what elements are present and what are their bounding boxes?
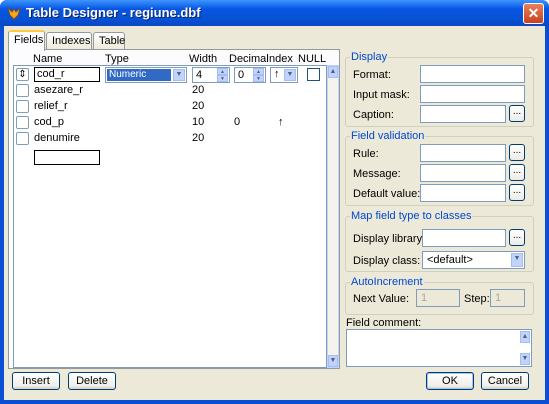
index-arrow-icon: ↑ <box>274 68 280 80</box>
column-header-decimal: Decimal <box>229 53 269 65</box>
message-input[interactable] <box>420 164 506 182</box>
rule-ellipsis-button[interactable]: ... <box>509 144 525 161</box>
window-title: Table Designer - regiune.dbf <box>26 5 201 20</box>
delete-button[interactable]: Delete <box>68 372 116 390</box>
input-mask-label: Input mask: <box>353 89 410 101</box>
index-arrow-icon: ↑ <box>278 116 284 128</box>
step-input[interactable]: 1 <box>490 289 525 307</box>
default-value-label: Default value: <box>353 188 421 200</box>
table-row[interactable]: asezare_r 20 <box>14 82 326 98</box>
new-field-name-input[interactable] <box>34 150 100 165</box>
null-checkbox[interactable] <box>307 68 320 81</box>
width-value: 4 <box>196 69 203 81</box>
step-label: Step: <box>464 293 490 305</box>
column-header-name: Name <box>33 53 63 65</box>
display-library-label: Display library: <box>353 233 426 245</box>
format-label: Format: <box>353 69 391 81</box>
next-value-input[interactable]: 1 <box>416 289 460 307</box>
ok-button[interactable]: OK <box>426 372 474 390</box>
display-group: Display Format: Input mask: Caption: ... <box>345 51 534 127</box>
grid-scrollbar[interactable]: ▲ ▼ <box>327 65 339 368</box>
column-header-null: NULL <box>298 53 327 65</box>
dialog-body: Fields Indexes Table Name Type Width Dec… <box>4 26 545 400</box>
type-dropdown[interactable]: Numeric ▼ <box>105 67 187 83</box>
title-bar[interactable]: Table Designer - regiune.dbf ✕ <box>0 0 549 26</box>
caption-ellipsis-button[interactable]: ... <box>509 105 525 122</box>
column-header-width: Width <box>189 53 218 65</box>
input-mask-input[interactable] <box>420 85 525 103</box>
default-value-ellipsis-button[interactable]: ... <box>509 184 525 201</box>
format-input[interactable] <box>420 65 525 83</box>
field-comment-label: Field comment: <box>346 317 422 329</box>
row-mover-button[interactable] <box>16 132 29 145</box>
row-mover-button[interactable] <box>16 100 29 113</box>
row-mover-button[interactable]: ⇕ <box>16 68 29 81</box>
display-class-label: Display class: <box>353 255 421 267</box>
column-header-type: Type <box>105 53 129 65</box>
field-comment-textarea[interactable]: ▲ ▼ <box>346 329 532 367</box>
scroll-down-icon[interactable]: ▼ <box>328 355 338 367</box>
chevron-down-icon[interactable]: ▼ <box>511 253 523 267</box>
field-width: 20 <box>192 100 205 112</box>
validation-group-title: Field validation <box>350 130 426 142</box>
tab-table[interactable]: Table <box>93 32 125 50</box>
display-class-value: <default> <box>427 254 473 266</box>
field-width: 20 <box>192 132 205 144</box>
caption-input[interactable] <box>420 105 506 123</box>
table-row[interactable]: ⇕ cod_r Numeric ▼ 4 ▲ ▼ 0 ▲ ▼ ↑ ▼ <box>14 66 326 83</box>
decimal-stepper[interactable]: 0 ▲ ▼ <box>234 67 266 83</box>
row-mover-button[interactable] <box>16 116 29 129</box>
field-decimal: 0 <box>234 116 241 128</box>
field-name-input[interactable]: cod_r <box>34 67 100 82</box>
scroll-down-icon[interactable]: ▼ <box>520 353 530 365</box>
fields-panel: Name Type Width Decimal Index NULL ⇕ cod… <box>8 49 340 369</box>
type-selected-value: Numeric <box>107 69 171 81</box>
field-width: 10 <box>192 116 205 128</box>
spin-buttons[interactable]: ▲ ▼ <box>217 68 228 82</box>
spin-buttons[interactable]: ▲ ▼ <box>253 68 264 82</box>
scroll-up-icon[interactable]: ▲ <box>328 66 338 78</box>
cancel-button[interactable]: Cancel <box>481 372 529 390</box>
table-row[interactable]: denumire 20 <box>14 130 326 146</box>
message-label: Message: <box>353 168 401 180</box>
map-group-title: Map field type to classes <box>350 210 473 222</box>
display-library-input[interactable] <box>422 229 506 247</box>
table-row[interactable]: relief_r 20 <box>14 98 326 114</box>
tab-fields[interactable]: Fields <box>8 30 45 51</box>
tab-indexes[interactable]: Indexes <box>46 32 92 50</box>
default-value-input[interactable] <box>420 184 506 202</box>
fox-icon <box>7 6 21 20</box>
table-row[interactable]: cod_p 10 0 ↑ <box>14 114 326 130</box>
library-ellipsis-button[interactable]: ... <box>509 229 525 246</box>
field-name: asezare_r <box>34 84 83 96</box>
display-class-dropdown[interactable]: <default> ▼ <box>422 251 525 269</box>
validation-group: Field validation Rule: ... Message: ... … <box>345 130 534 206</box>
chevron-down-icon[interactable]: ▼ <box>173 69 185 81</box>
field-name: relief_r <box>34 100 68 112</box>
fields-grid[interactable]: ⇕ cod_r Numeric ▼ 4 ▲ ▼ 0 ▲ ▼ ↑ ▼ asezar… <box>13 65 327 368</box>
field-name: denumire <box>34 132 80 144</box>
message-ellipsis-button[interactable]: ... <box>509 164 525 181</box>
field-name: cod_p <box>34 116 64 128</box>
insert-button[interactable]: Insert <box>12 372 60 390</box>
map-group: Map field type to classes Display librar… <box>345 210 534 272</box>
field-width: 20 <box>192 84 205 96</box>
rule-input[interactable] <box>420 144 506 162</box>
close-button[interactable]: ✕ <box>523 3 544 24</box>
scroll-up-icon[interactable]: ▲ <box>520 331 530 343</box>
decimal-value: 0 <box>238 69 245 81</box>
caption-label: Caption: <box>353 109 394 121</box>
autoincrement-group: AutoIncrement Next Value: 1 Step: 1 <box>345 276 534 315</box>
chevron-down-icon[interactable]: ▼ <box>284 69 296 81</box>
width-stepper[interactable]: 4 ▲ ▼ <box>192 67 230 83</box>
display-group-title: Display <box>350 51 389 63</box>
next-value-label: Next Value: <box>353 293 410 305</box>
autoincrement-group-title: AutoIncrement <box>350 276 424 288</box>
index-dropdown[interactable]: ↑ ▼ <box>270 67 298 83</box>
column-header-index: Index <box>266 53 293 65</box>
rule-label: Rule: <box>353 148 379 160</box>
row-mover-button[interactable] <box>16 84 29 97</box>
window: Table Designer - regiune.dbf ✕ Fields In… <box>0 0 549 404</box>
